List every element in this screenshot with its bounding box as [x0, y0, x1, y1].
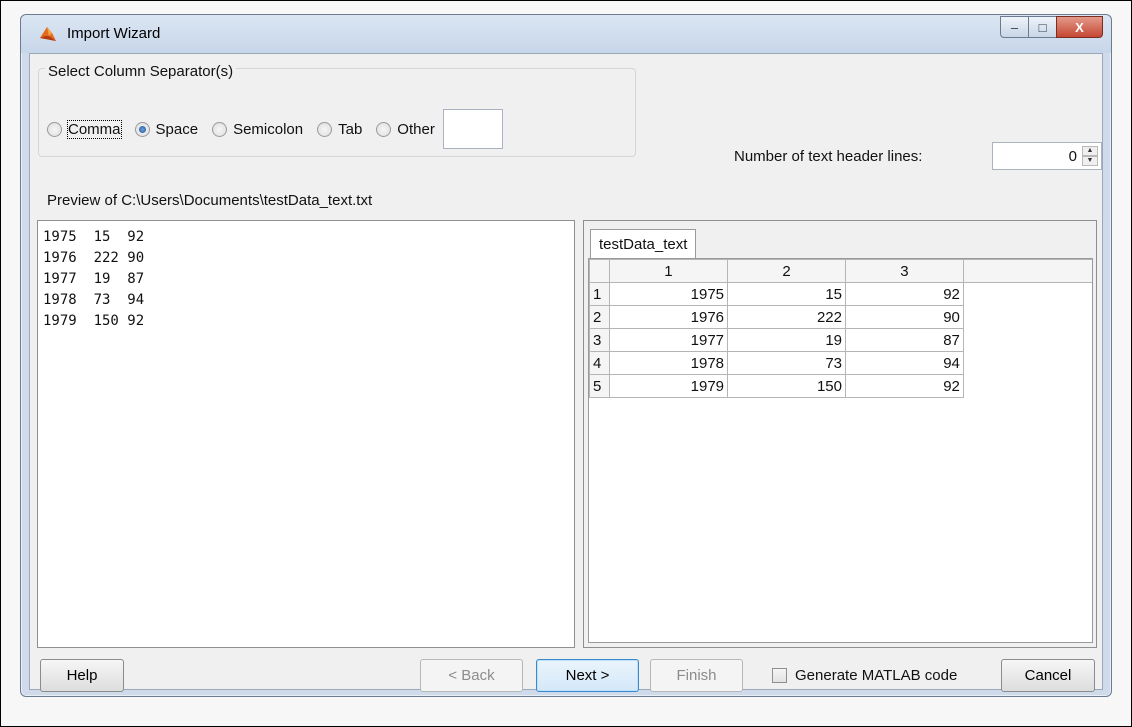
table-cell[interactable]: 1978	[608, 351, 729, 375]
preview-line: 1979 150 92	[43, 313, 145, 329]
back-button[interactable]: < Back	[420, 659, 523, 692]
window-controls: – □ X	[1000, 16, 1103, 38]
header-lines-value[interactable]: 0	[1069, 148, 1077, 165]
column-header[interactable]: 2	[727, 259, 846, 283]
table-row: 3 1977 19 87	[589, 328, 1093, 352]
radio-space[interactable]: Space	[134, 120, 199, 138]
table-cell[interactable]: 90	[845, 305, 964, 329]
radio-other-indicator[interactable]	[376, 121, 392, 137]
header-lines-label: Number of text header lines:	[734, 148, 923, 165]
table-cell[interactable]: 87	[845, 328, 964, 352]
row-header[interactable]: 1	[589, 282, 610, 306]
radio-space-indicator[interactable]	[134, 121, 150, 137]
finish-button[interactable]: Finish	[650, 659, 743, 692]
table-row: 4 1978 73 94	[589, 351, 1093, 375]
minimize-button[interactable]: –	[1000, 16, 1028, 38]
window-title: Import Wizard	[67, 25, 161, 42]
preview-line: 1977 19 87	[43, 271, 145, 287]
radio-semicolon-label: Semicolon	[233, 120, 304, 138]
close-button[interactable]: X	[1056, 16, 1103, 38]
maximize-button[interactable]: □	[1028, 16, 1056, 38]
table-cell[interactable]: 73	[727, 351, 846, 375]
radio-tab-label: Tab	[338, 120, 363, 138]
header-lines-spinner[interactable]: 0 ▲ ▼	[992, 142, 1102, 170]
data-grid[interactable]: 1 2 3 1 1975 15 92 2 1976 222 90 3 1977 …	[589, 259, 1092, 398]
preview-line: 1975 15 92	[43, 229, 145, 245]
next-button[interactable]: Next >	[536, 659, 639, 692]
generate-code-checkbox[interactable]: Generate MATLAB code	[772, 659, 957, 692]
generate-code-label: Generate MATLAB code	[795, 667, 958, 684]
column-header[interactable]: 3	[845, 259, 964, 283]
spinner-buttons: ▲ ▼	[1082, 146, 1098, 166]
table-cell[interactable]: 92	[845, 374, 964, 398]
table-row: 5 1979 150 92	[589, 374, 1093, 398]
radio-comma[interactable]: Comma	[47, 119, 122, 139]
screenshot-frame: Import Wizard – □ X Select Column Separa…	[0, 0, 1132, 727]
radio-tab[interactable]: Tab	[317, 121, 362, 138]
variable-preview-pane: testData_text 1 2 3 1 1975 15 92 2 1976 …	[583, 220, 1097, 648]
spin-down-icon[interactable]: ▼	[1082, 156, 1098, 166]
wizard-body: Select Column Separator(s) Comma Space S…	[29, 53, 1103, 692]
radio-comma-indicator[interactable]	[47, 121, 62, 137]
row-header[interactable]: 5	[589, 374, 610, 398]
table-cell[interactable]: 92	[845, 282, 964, 306]
preview-label: Preview of C:\Users\Documents\testData_t…	[47, 192, 373, 209]
table-cell[interactable]: 15	[727, 282, 846, 306]
row-header[interactable]: 3	[589, 328, 610, 352]
help-button[interactable]: Help	[40, 659, 124, 692]
radio-comma-label: Comma	[67, 119, 122, 139]
radio-semicolon[interactable]: Semicolon	[212, 121, 303, 138]
cancel-button[interactable]: Cancel	[1001, 659, 1095, 692]
radio-tab-indicator[interactable]	[317, 121, 333, 137]
table-cell[interactable]: 1976	[608, 305, 729, 329]
generate-code-checkbox-box[interactable]	[772, 668, 787, 683]
row-header[interactable]: 4	[589, 351, 610, 375]
preview-lines: 1975 15 92 1976 222 90 1977 19 87 1978 7…	[38, 221, 574, 332]
preview-line: 1978 73 94	[43, 292, 145, 308]
tab-testdata-text[interactable]: testData_text	[590, 229, 697, 258]
preview-line: 1976 222 90	[43, 250, 145, 266]
table-cell[interactable]: 19	[727, 328, 846, 352]
row-header[interactable]: 2	[589, 305, 610, 329]
text-preview-pane[interactable]: 1975 15 92 1976 222 90 1977 19 87 1978 7…	[37, 220, 575, 648]
grid-header-row: 1 2 3	[589, 259, 1092, 283]
table-cell[interactable]: 1977	[608, 328, 729, 352]
data-grid-container[interactable]: 1 2 3 1 1975 15 92 2 1976 222 90 3 1977 …	[588, 258, 1093, 643]
column-separator-legend: Select Column Separator(s)	[45, 63, 237, 80]
radio-space-label: Space	[155, 120, 199, 138]
table-row: 2 1976 222 90	[589, 305, 1093, 329]
radio-other[interactable]: Other	[376, 121, 435, 138]
table-cell[interactable]: 222	[727, 305, 846, 329]
table-row: 1 1975 15 92	[589, 282, 1093, 306]
spin-up-icon[interactable]: ▲	[1082, 146, 1098, 156]
table-cell[interactable]: 150	[727, 374, 846, 398]
matlab-logo-icon	[40, 27, 56, 41]
column-header-filler	[962, 259, 1092, 283]
column-header[interactable]: 1	[608, 259, 729, 283]
other-separator-input[interactable]	[442, 109, 503, 149]
import-wizard-window: Import Wizard – □ X Select Column Separa…	[20, 14, 1112, 697]
title-bar[interactable]: Import Wizard – □ X	[21, 15, 1111, 53]
grid-corner[interactable]	[589, 259, 610, 283]
separator-options: Comma Space Semicolon Tab Other	[47, 109, 503, 149]
table-cell[interactable]: 1979	[608, 374, 729, 398]
radio-other-label: Other	[397, 120, 435, 138]
column-separator-group: Select Column Separator(s) Comma Space S…	[38, 63, 636, 157]
table-cell[interactable]: 1975	[608, 282, 729, 306]
radio-semicolon-indicator[interactable]	[212, 121, 228, 137]
table-cell[interactable]: 94	[845, 351, 964, 375]
